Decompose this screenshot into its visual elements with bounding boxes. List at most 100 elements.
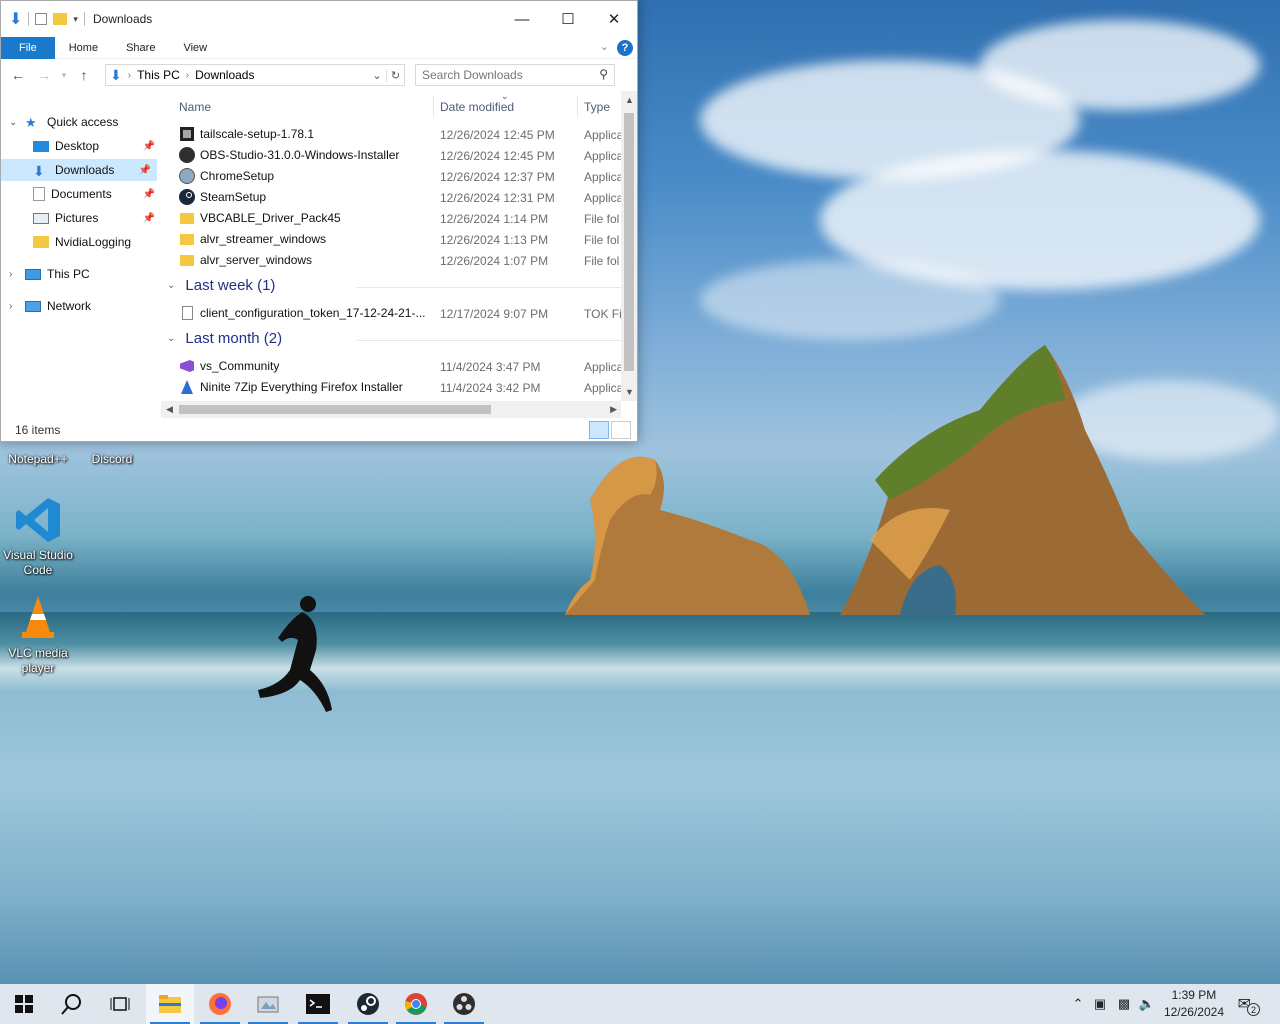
forward-button[interactable]: → [33, 67, 55, 83]
help-icon[interactable]: ? [617, 40, 633, 56]
expand-chevron-icon[interactable]: › [9, 301, 12, 312]
scroll-down-icon[interactable]: ▼ [625, 387, 634, 397]
group-header-last-week[interactable]: ⌄ Last week (1) [167, 277, 627, 294]
task-view-button[interactable] [96, 984, 144, 1024]
file-row[interactable]: alvr_server_windows 12/26/2024 1:07 PM Fil… [161, 250, 623, 271]
back-button[interactable]: ← [7, 67, 29, 83]
nav-label: Quick access [47, 115, 119, 129]
start-button[interactable] [0, 984, 48, 1024]
steam-icon [357, 993, 379, 1015]
file-row[interactable]: vs_Community 11/4/2024 3:47 PM Applica [161, 356, 623, 377]
nav-network[interactable]: Network [25, 295, 161, 317]
desktop-icon-vlc[interactable]: VLC media player [0, 594, 76, 676]
breadcrumb-separator-icon: › [185, 69, 190, 81]
up-button[interactable]: ↑ [73, 67, 95, 83]
group-collapse-icon: ⌄ [167, 333, 176, 344]
nav-label: Downloads [55, 163, 115, 177]
nav-this-pc[interactable]: This PC [25, 263, 161, 285]
file-explorer-window: ⬇ ▾ Downloads — ☐ ✕ File Home Share View… [0, 0, 638, 442]
tab-home[interactable]: Home [55, 37, 112, 59]
file-row[interactable]: Ninite 7Zip Everything Firefox Installer… [161, 377, 623, 398]
show-hidden-icons-icon[interactable]: ⌃ [1068, 996, 1088, 1012]
navigation-pane: ⌄ ★ Quick access Desktop 📌 ⬇ Downloads 📌… [1, 91, 161, 421]
nav-item-documents[interactable]: Documents 📌 [1, 183, 161, 205]
taskbar-chrome[interactable] [392, 984, 440, 1024]
desktop-icon-vscode[interactable]: Visual Studio Code [0, 496, 76, 578]
file-date: 11/4/2024 3:42 PM [440, 381, 541, 395]
column-header-type[interactable]: Type [584, 97, 610, 117]
large-icons-view-icon[interactable] [611, 421, 631, 439]
minimize-button[interactable]: — [499, 1, 545, 37]
action-center-button[interactable]: ✉ 2 [1238, 984, 1260, 1024]
file-row[interactable]: client_configuration_token_17-12-24-21-.… [161, 303, 624, 324]
folder-icon [179, 210, 195, 226]
scrollbar-thumb[interactable] [624, 113, 634, 371]
refresh-icon[interactable]: ↻ [386, 68, 404, 82]
search-button[interactable] [48, 984, 96, 1024]
taskbar-obs[interactable] [440, 984, 488, 1024]
ethernet-icon[interactable]: ▩ [1112, 996, 1136, 1012]
clock[interactable]: 1:39 PM 12/26/2024 [1164, 987, 1224, 1021]
breadcrumb-this-pc[interactable]: This PC [137, 68, 180, 82]
network-icon [25, 300, 41, 312]
file-row[interactable]: VBCABLE_Driver_Pack45 12/26/2024 1:14 PM F… [161, 208, 623, 229]
file-list: Name Date modified ⌄ Type tailscale-setu… [161, 91, 637, 419]
breadcrumb-separator-icon: › [127, 69, 132, 81]
taskbar-steam[interactable] [344, 984, 392, 1024]
nav-label: NvidiaLogging [55, 235, 132, 249]
horizontal-scrollbar[interactable]: ◀ ▶ [161, 401, 621, 418]
close-button[interactable]: ✕ [591, 1, 637, 37]
nav-item-nvidialogging[interactable]: NvidiaLogging [1, 231, 161, 253]
breadcrumb-downloads[interactable]: Downloads [195, 68, 254, 82]
address-bar[interactable]: ⬇ › This PC › Downloads ⌄ ↻ [105, 64, 405, 86]
file-row[interactable]: ChromeSetup 12/26/2024 12:37 PM Applica [161, 166, 623, 187]
taskbar-terminal[interactable] [294, 984, 342, 1024]
tab-file[interactable]: File [1, 36, 55, 59]
file-row[interactable]: OBS-Studio-31.0.0-Windows-Installer 12/26… [161, 145, 623, 166]
maximize-button[interactable]: ☐ [545, 1, 591, 37]
taskbar-file-explorer[interactable] [146, 984, 194, 1024]
file-name: Ninite 7Zip Everything Firefox Installer [200, 380, 403, 394]
search-icon [61, 994, 81, 1015]
file-row[interactable]: alvr_streamer_windows 12/26/2024 1:13 PM F… [161, 229, 623, 250]
file-row[interactable]: tailscale-setup-1.78.1 12/26/2024 12:45 P… [161, 124, 623, 145]
vertical-scrollbar[interactable]: ▲ ▼ [621, 91, 637, 401]
file-type: Applica [584, 170, 624, 184]
search-input[interactable]: Search Downloads ⚲ [415, 64, 615, 86]
new-folder-icon[interactable] [53, 13, 68, 25]
recent-locations-icon[interactable]: ▾ [59, 70, 69, 81]
scroll-left-icon[interactable]: ◀ [166, 404, 173, 415]
group-label: Last month (2) [185, 330, 283, 347]
properties-icon[interactable]: ⬇ [9, 9, 22, 29]
scroll-up-icon[interactable]: ▲ [625, 95, 634, 105]
tab-share[interactable]: Share [112, 37, 169, 59]
nav-quick-access[interactable]: ★ Quick access [25, 111, 161, 133]
expand-chevron-icon[interactable]: › [9, 269, 12, 280]
scroll-right-icon[interactable]: ▶ [610, 404, 617, 415]
nav-item-downloads[interactable]: ⬇ Downloads 📌 [1, 159, 157, 181]
taskbar-snipping-tool[interactable] [244, 984, 292, 1024]
taskbar-firefox[interactable] [196, 984, 244, 1024]
collapse-chevron-icon[interactable]: ⌄ [9, 117, 17, 128]
taskbar: ⌃ ▣ ▩ 🔈 1:39 PM 12/26/2024 ✉ 2 [0, 984, 1280, 1024]
file-row[interactable]: SteamSetup 12/26/2024 12:31 PM Applica [161, 187, 623, 208]
expand-ribbon-icon[interactable]: ⌄ [600, 40, 609, 53]
volume-icon[interactable]: 🔈 [1136, 996, 1158, 1012]
group-header-last-month[interactable]: ⌄ Last month (2) [167, 330, 627, 347]
obs-icon [179, 147, 195, 163]
scrollbar-thumb[interactable] [179, 405, 491, 414]
column-header-name[interactable]: Name [179, 97, 211, 117]
file-name: SteamSetup [200, 190, 267, 204]
checkbox-icon[interactable] [35, 13, 48, 25]
nav-item-pictures[interactable]: Pictures 📌 [1, 207, 161, 229]
vlc-icon [14, 594, 62, 642]
customize-toolbar-icon[interactable]: ▾ [73, 14, 78, 25]
nav-item-desktop[interactable]: Desktop 📌 [1, 135, 161, 157]
details-view-icon[interactable] [589, 421, 609, 439]
window-title: Downloads [92, 12, 153, 26]
tab-view[interactable]: View [169, 37, 221, 59]
network-status-icon[interactable]: ▣ [1088, 996, 1112, 1012]
file-date: 12/26/2024 1:07 PM [440, 254, 549, 268]
file-date: 12/26/2024 12:37 PM [440, 170, 555, 184]
address-dropdown-icon[interactable]: ⌄ [368, 69, 386, 82]
